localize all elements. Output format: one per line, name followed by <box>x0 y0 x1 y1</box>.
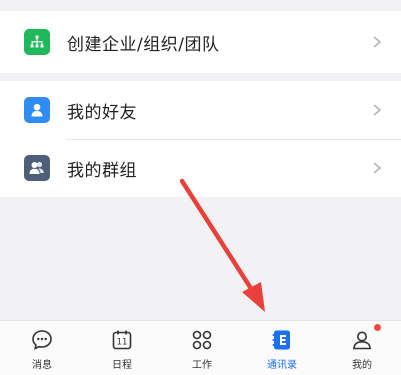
tab-contacts[interactable]: 通讯录 <box>242 321 322 375</box>
my-friends-item[interactable]: 我的好友 <box>0 81 401 139</box>
tab-label: 我的 <box>352 360 372 371</box>
top-gap <box>0 0 401 11</box>
tab-label: 工作 <box>192 360 212 371</box>
person-icon <box>24 97 50 123</box>
tab-label: 消息 <box>32 360 52 371</box>
notification-badge <box>374 324 381 331</box>
tab-label: 日程 <box>112 360 132 371</box>
calendar-day-text: 11 <box>117 338 128 348</box>
chevron-right-icon <box>373 36 382 48</box>
bottom-tab-bar: 消息 11 日程 工作 通讯录 我的 <box>0 320 401 375</box>
tab-messages[interactable]: 消息 <box>2 321 82 375</box>
tab-schedule[interactable]: 11 日程 <box>82 321 162 375</box>
grid-apps-icon <box>192 330 212 350</box>
profile-icon <box>353 331 371 350</box>
contacts-section: 我的好友 我的群组 <box>0 81 401 197</box>
create-org-label: 创建企业/组织/团队 <box>67 34 220 55</box>
contacts-book-icon <box>272 330 290 350</box>
my-groups-label: 我的群组 <box>67 160 137 181</box>
chevron-right-icon <box>373 104 382 116</box>
my-friends-label: 我的好友 <box>67 102 137 123</box>
chevron-right-icon <box>373 162 382 174</box>
tab-me[interactable]: 我的 <box>322 321 401 375</box>
group-icon <box>24 155 50 181</box>
my-groups-item[interactable]: 我的群组 <box>0 139 401 197</box>
create-org-item[interactable]: 创建企业/组织/团队 <box>0 13 401 71</box>
calendar-icon: 11 <box>112 330 132 350</box>
org-tree-icon <box>24 29 50 55</box>
chat-bubble-icon <box>32 330 52 350</box>
tab-label: 通讯录 <box>267 360 297 371</box>
tab-work[interactable]: 工作 <box>162 321 242 375</box>
create-section: 创建企业/组织/团队 <box>0 11 401 73</box>
